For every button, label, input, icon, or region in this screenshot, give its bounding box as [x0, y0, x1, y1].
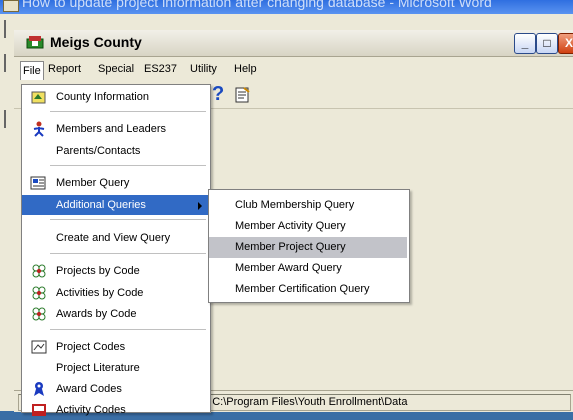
menu-es237[interactable]: ES237: [144, 63, 177, 75]
menu-separator: [50, 329, 206, 330]
clover-icon: [32, 264, 46, 278]
grip-bar: [4, 110, 6, 128]
menu-item-parents-contacts[interactable]: Parents/Contacts: [22, 141, 208, 161]
project-codes-icon: [31, 340, 47, 354]
menu-item-projects-by-code[interactable]: Projects by Code: [22, 261, 208, 281]
member-query-icon: [30, 176, 46, 190]
clover-icon: [32, 286, 46, 300]
menu-item-member-query[interactable]: Member Query: [22, 173, 208, 193]
maximize-button[interactable]: □: [536, 33, 558, 54]
menu-item-create-and-view-query[interactable]: Create and View Query: [22, 228, 208, 248]
menu-item-awards-by-code[interactable]: Awards by Code: [22, 304, 208, 324]
submenu-item-member-award-query[interactable]: Member Award Query: [209, 258, 407, 279]
word-icon: [3, 0, 19, 12]
close-button[interactable]: X: [558, 33, 573, 54]
menu-item-award-codes[interactable]: Award Codes: [22, 379, 208, 399]
menu-file[interactable]: File: [20, 61, 44, 80]
county-info-icon: [31, 91, 46, 104]
activity-icon: [32, 404, 46, 416]
background-window-titlebar: How to update project information after …: [0, 0, 573, 14]
clover-icon: [32, 307, 46, 321]
app-icon: [26, 36, 44, 49]
additional-queries-submenu: Club Membership Query Member Activity Qu…: [208, 189, 410, 303]
submenu-item-member-project-query[interactable]: Member Project Query: [209, 237, 407, 258]
menu-separator: [50, 111, 206, 112]
person-icon: [33, 121, 45, 137]
menu-item-activity-codes[interactable]: Activity Codes: [22, 400, 208, 420]
grip-bar: [4, 54, 6, 72]
menu-item-additional-queries[interactable]: Additional Queries: [22, 195, 208, 215]
background-window-edge: [0, 14, 15, 411]
submenu-arrow-icon: [198, 202, 202, 210]
submenu-item-club-membership-query[interactable]: Club Membership Query: [209, 195, 407, 216]
menu-item-county-information[interactable]: County Information: [22, 87, 208, 107]
menu-report[interactable]: Report: [48, 63, 81, 75]
titlebar[interactable]: Meigs County _ □ X: [14, 30, 573, 57]
status-path: h: C:\Program Files\Youth Enrollment\Dat…: [196, 394, 571, 411]
window-title: Meigs County: [50, 34, 142, 50]
report-icon[interactable]: [234, 86, 252, 104]
submenu-item-member-activity-query[interactable]: Member Activity Query: [209, 216, 407, 237]
menubar: File Report Special ES237 Utility Help: [14, 60, 573, 80]
menu-special[interactable]: Special: [98, 63, 134, 75]
menu-item-members-and-leaders[interactable]: Members and Leaders: [22, 119, 208, 139]
menu-utility[interactable]: Utility: [190, 63, 217, 75]
menu-separator: [50, 253, 206, 254]
menu-help[interactable]: Help: [234, 63, 257, 75]
minimize-button[interactable]: _: [514, 33, 536, 54]
menu-item-project-codes[interactable]: Project Codes: [22, 337, 208, 357]
menu-separator: [50, 165, 206, 166]
grip-bar: [4, 20, 6, 38]
menu-item-activities-by-code[interactable]: Activities by Code: [22, 283, 208, 303]
file-menu: County Information Members and Leaders P…: [21, 84, 211, 416]
menu-separator: [50, 219, 206, 220]
submenu-item-member-certification-query[interactable]: Member Certification Query: [209, 279, 407, 300]
background-window-title: How to update project information after …: [22, 0, 492, 10]
ribbon-icon: [34, 382, 44, 396]
help-icon[interactable]: ?: [212, 83, 224, 106]
menu-item-project-literature[interactable]: Project Literature: [22, 358, 208, 378]
